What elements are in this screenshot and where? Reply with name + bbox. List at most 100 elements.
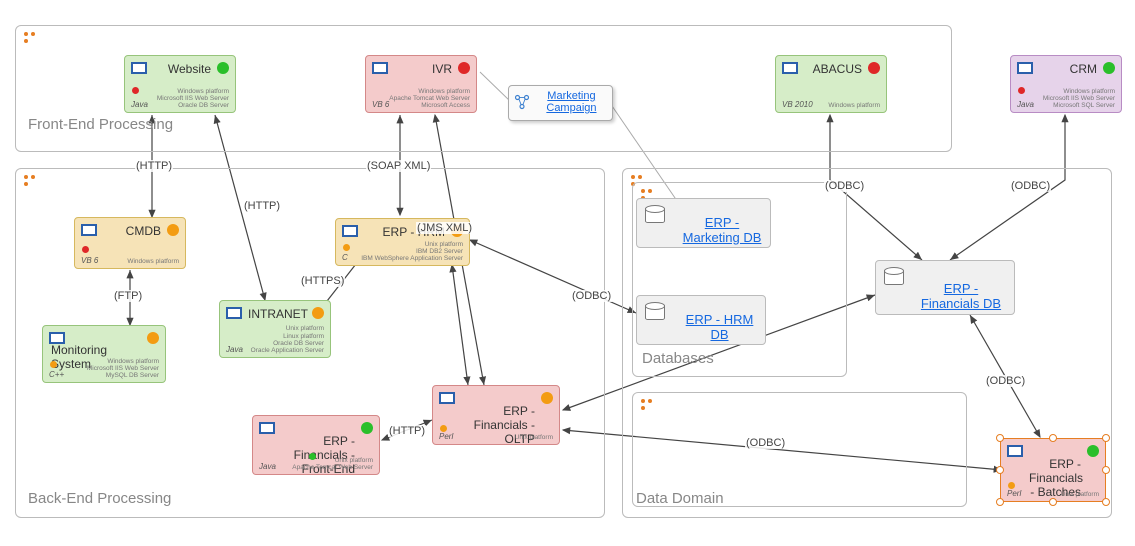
selection-handle[interactable]	[1049, 498, 1057, 506]
status-icon	[541, 392, 553, 404]
group-dots-icon	[641, 399, 657, 415]
meta-label: Unix platform	[1061, 491, 1099, 498]
meta-label: Unix platform	[515, 434, 553, 441]
node-erp-fin-oltp[interactable]: ERP - Financials - OLTP Perl Unix platfo…	[432, 385, 560, 445]
group-databases-label: Databases	[642, 350, 714, 367]
node-erp-fin-frontend[interactable]: ERP - Financials - Front-End Java Unix p…	[252, 415, 380, 475]
database-icon	[645, 302, 663, 320]
external-marketing-campaign[interactable]: Marketing Campaign	[508, 85, 613, 121]
selection-handle[interactable]	[1102, 466, 1110, 474]
window-icon	[226, 307, 242, 319]
external-link-label: Marketing Campaign	[535, 90, 607, 114]
node-title: INTRANET	[248, 307, 306, 321]
window-icon	[1017, 62, 1033, 74]
lang-label: Java	[1017, 100, 1034, 109]
lang-label: Perl	[1007, 489, 1021, 498]
meta-label: Windows platformMicrosoft IIS Web Server…	[1043, 88, 1115, 109]
link-cluster-icon	[513, 93, 531, 111]
meta-label: Windows platformMicrosoft IIS Web Server…	[87, 358, 159, 379]
node-erp-financials-db[interactable]: ERP - Financials DB	[875, 260, 1015, 315]
status-icon	[312, 307, 324, 319]
window-icon	[439, 392, 455, 404]
node-website[interactable]: Website Java Windows platformMicrosoft I…	[124, 55, 236, 113]
node-title: CRM	[1039, 62, 1097, 76]
window-icon	[131, 62, 147, 74]
edge-label: (HTTPS)	[300, 275, 345, 287]
node-erp-fin-batches[interactable]: ERP - Financials - Batches Perl Unix pla…	[1000, 438, 1106, 502]
database-icon	[645, 205, 663, 223]
group-inner-empty	[632, 392, 967, 507]
node-monitoring[interactable]: Monitoring System C++ Windows platformMi…	[42, 325, 166, 383]
meta-label: Windows platform	[127, 258, 179, 265]
meta-label: Windows platformMicrosoft IIS Web Server…	[157, 88, 229, 109]
window-icon	[1007, 445, 1023, 457]
edge-label: (ODBC)	[571, 290, 612, 302]
lang-label: C	[342, 253, 348, 262]
edge-label: (ODBC)	[745, 437, 786, 449]
meta-label: Windows platformApache Tomcat Web Server…	[389, 88, 470, 109]
lang-label: Perl	[439, 432, 453, 441]
group-dots-icon	[24, 175, 40, 191]
edge-label: (SOAP XML)	[366, 160, 431, 172]
edge-label: (FTP)	[113, 290, 143, 302]
lang-label: Java	[226, 345, 243, 354]
node-title: Website	[153, 62, 211, 76]
indicator-icon	[82, 246, 89, 253]
status-icon	[458, 62, 470, 74]
status-icon	[217, 62, 229, 74]
node-intranet[interactable]: INTRANET Java Unix platformLinux platfor…	[219, 300, 331, 358]
window-icon	[372, 62, 388, 74]
edge-label: (ODBC)	[824, 180, 865, 192]
lang-label: Java	[131, 100, 148, 109]
edge-label: (ODBC)	[985, 375, 1026, 387]
node-abacus[interactable]: ABACUS VB 2010 Windows platform	[775, 55, 887, 113]
window-icon	[782, 62, 798, 74]
status-icon	[361, 422, 373, 434]
lang-label: Java	[259, 462, 276, 471]
status-icon	[147, 332, 159, 344]
node-crm[interactable]: CRM Java Windows platformMicrosoft IIS W…	[1010, 55, 1122, 113]
meta-label: Unix platformApache Tomcat Web Server	[292, 457, 373, 471]
selection-handle[interactable]	[1102, 498, 1110, 506]
indicator-icon	[1018, 87, 1025, 94]
selection-handle[interactable]	[996, 434, 1004, 442]
group-backend-label: Back-End Processing	[28, 490, 171, 507]
lang-label: VB 2010	[782, 100, 813, 109]
status-icon	[1103, 62, 1115, 74]
node-ivr[interactable]: IVR VB 6 Windows platformApache Tomcat W…	[365, 55, 477, 113]
meta-label: Unix platformLinux platformOracle DB Ser…	[251, 325, 324, 354]
selection-handle[interactable]	[996, 466, 1004, 474]
db-link: ERP - Financials DB	[916, 281, 1006, 311]
meta-label: Windows platform	[828, 102, 880, 109]
node-title: ABACUS	[804, 62, 862, 76]
node-erp-marketing-db[interactable]: ERP - Marketing DB	[636, 198, 771, 248]
selection-handle[interactable]	[1049, 434, 1057, 442]
indicator-icon	[440, 425, 447, 432]
group-dots-icon	[24, 32, 40, 48]
lang-label: C++	[49, 370, 64, 379]
node-title: IVR	[394, 62, 452, 76]
selection-handle[interactable]	[996, 498, 1004, 506]
lang-label: VB 6	[372, 100, 389, 109]
window-icon	[81, 224, 97, 236]
selection-handle[interactable]	[1102, 434, 1110, 442]
node-title: CMDB	[103, 224, 161, 238]
indicator-icon	[343, 244, 350, 251]
group-frontend-label: Front-End Processing	[28, 116, 173, 133]
db-link: ERP - Marketing DB	[682, 215, 762, 245]
status-icon	[167, 224, 179, 236]
edge-label: (HTTP)	[243, 200, 281, 212]
meta-label: Unix platformIBM DB2 ServerIBM WebSphere…	[361, 241, 463, 262]
indicator-icon	[50, 361, 57, 368]
database-icon	[884, 267, 902, 285]
edge-label: (HTTP)	[388, 425, 426, 437]
node-cmdb[interactable]: CMDB VB 6 Windows platform	[74, 217, 186, 269]
status-icon	[1087, 445, 1099, 457]
window-icon	[259, 422, 275, 434]
edge-label: (ODBC)	[1010, 180, 1051, 192]
edge-label: (HTTP)	[135, 160, 173, 172]
node-erp-hrm-db[interactable]: ERP - HRM DB	[636, 295, 766, 345]
window-icon	[342, 225, 358, 237]
edge-label: (JMS XML)	[416, 222, 473, 234]
indicator-icon	[1008, 482, 1015, 489]
